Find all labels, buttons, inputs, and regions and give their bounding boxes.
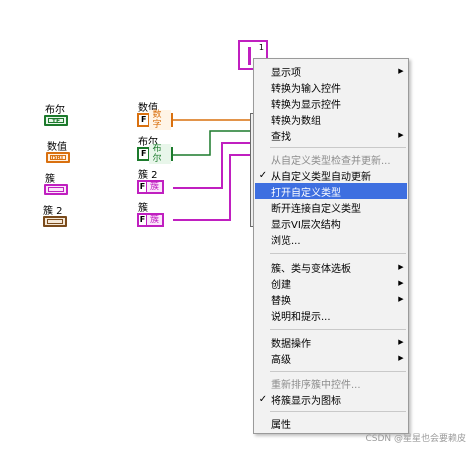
submenu-arrow-icon: ▶ <box>398 295 404 303</box>
menu-item-label: 显示VI层次结构 <box>271 219 341 231</box>
menu-item-show-vi-hierarchy[interactable]: 显示VI层次结构 <box>255 215 407 231</box>
submenu-arrow-icon: ▶ <box>398 279 404 287</box>
boolean-wire <box>173 130 250 156</box>
menu-item-label: 转换为显示控件 <box>271 99 341 111</box>
typedef-icon: F <box>139 115 150 125</box>
cluster-constant-text: 簇 <box>146 215 162 225</box>
menu-item-browse[interactable]: 浏览... <box>255 231 407 247</box>
menu-item-label: 数据操作 <box>271 338 311 350</box>
boolean-terminal-glyph: TF <box>48 118 64 125</box>
const-label-cluster2: 簇 2 <box>138 170 158 181</box>
typedef-icon: F <box>139 149 150 159</box>
cluster-indicator-count: 1 <box>258 43 264 52</box>
submenu-arrow-icon: ▶ <box>398 263 404 271</box>
submenu-arrow-icon: ▶ <box>398 354 404 362</box>
cluster2-terminal[interactable] <box>43 216 67 227</box>
context-menu: 显示项 ▶ 转换为输入控件 转换为显示控件 转换为数组 查找 ▶ 从自定义类型检… <box>253 58 409 434</box>
watermark: CSDN @星星也会要赖皮 <box>365 434 466 444</box>
menu-item-label: 簇、类与变体选板 <box>271 263 351 275</box>
menu-item-replace[interactable]: 替换 ▶ <box>255 291 407 307</box>
cluster2-terminal-glyph <box>47 219 63 224</box>
menu-check-icon: ✓ <box>258 393 268 405</box>
menu-item-change-to-array[interactable]: 转换为数组 <box>255 111 407 127</box>
boolean-typedef-constant[interactable]: F 布尔 <box>137 144 173 164</box>
menu-item-label: 将簇显示为图标 <box>271 395 341 407</box>
cluster-terminal[interactable] <box>44 184 68 195</box>
numeric-constant-text: 数字 <box>149 110 171 130</box>
terminal-label-numeric: 数值 <box>47 142 67 153</box>
menu-item-label: 转换为数组 <box>271 115 321 127</box>
menu-item-auto-update-typedef[interactable]: ✓ 从自定义类型自动更新 <box>255 167 407 183</box>
menu-item-check-update-typedef[interactable]: 从自定义类型检查并更新... <box>255 151 407 167</box>
cluster-terminal-glyph <box>48 187 64 192</box>
typedef-icon: F <box>139 182 147 192</box>
cluster2-wire <box>173 142 250 189</box>
menu-item-label: 从自定义类型自动更新 <box>271 171 371 183</box>
terminal-label-boolean: 布尔 <box>45 105 65 116</box>
menu-separator <box>270 147 406 148</box>
menu-item-properties[interactable]: 属性 <box>255 415 407 431</box>
terminal-label-cluster2: 簇 2 <box>43 206 63 217</box>
menu-item-label: 重新排序簇中控件... <box>271 379 361 391</box>
menu-item-change-to-indicator[interactable]: 转换为显示控件 <box>255 95 407 111</box>
menu-separator <box>270 371 406 372</box>
menu-item-label: 浏览... <box>271 235 301 247</box>
cluster-typedef-constant[interactable]: F 簇 <box>137 213 164 227</box>
numeric-terminal[interactable]: DBL <box>46 152 70 163</box>
menu-item-label: 显示项 <box>271 67 301 79</box>
submenu-arrow-icon: ▶ <box>398 338 404 346</box>
submenu-arrow-icon: ▶ <box>398 131 404 139</box>
menu-item-view-cluster-as-icon[interactable]: ✓ 将簇显示为图标 <box>255 391 407 407</box>
menu-item-open-typedef[interactable]: 打开自定义类型 <box>255 183 407 199</box>
typedef-icon: F <box>139 215 147 225</box>
menu-item-visible-items[interactable]: 显示项 ▶ <box>255 63 407 79</box>
numeric-terminal-glyph: DBL <box>50 155 66 162</box>
menu-item-disconnect-typedef[interactable]: 断开连接自定义类型 <box>255 199 407 215</box>
menu-item-find[interactable]: 查找 ▶ <box>255 127 407 143</box>
menu-separator <box>270 329 406 330</box>
submenu-arrow-icon: ▶ <box>398 67 404 75</box>
const-label-cluster: 簇 <box>138 203 148 214</box>
menu-item-label: 查找 <box>271 131 291 143</box>
menu-item-data-operations[interactable]: 数据操作 ▶ <box>255 334 407 350</box>
menu-separator <box>270 253 406 254</box>
menu-item-label: 替换 <box>271 295 291 307</box>
boolean-terminal[interactable]: TF <box>44 115 68 126</box>
menu-item-description-tip[interactable]: 说明和提示... <box>255 307 407 323</box>
cluster2-typedef-constant[interactable]: F 簇 <box>137 180 164 194</box>
menu-item-label: 高级 <box>271 354 291 366</box>
cluster-indicator-bar <box>248 47 251 65</box>
menu-item-cluster-palette[interactable]: 簇、类与变体选板 ▶ <box>255 259 407 275</box>
menu-item-label: 转换为输入控件 <box>271 83 341 95</box>
menu-item-label: 说明和提示... <box>271 311 331 323</box>
menu-check-icon: ✓ <box>258 169 268 181</box>
cluster2-constant-text: 簇 <box>146 182 162 192</box>
numeric-typedef-constant[interactable]: F 数字 <box>137 110 173 130</box>
menu-item-reorder-controls[interactable]: 重新排序簇中控件... <box>255 375 407 391</box>
terminal-label-cluster: 簇 <box>45 174 55 185</box>
menu-item-label: 属性 <box>271 419 291 431</box>
menu-item-label: 断开连接自定义类型 <box>271 203 361 215</box>
menu-item-advanced[interactable]: 高级 ▶ <box>255 350 407 366</box>
menu-item-label: 打开自定义类型 <box>271 187 341 199</box>
menu-separator <box>270 411 406 412</box>
menu-item-label: 从自定义类型检查并更新... <box>271 155 391 167</box>
menu-item-change-to-control[interactable]: 转换为输入控件 <box>255 79 407 95</box>
menu-item-label: 创建 <box>271 279 291 291</box>
cluster-wire <box>173 154 250 221</box>
boolean-constant-text: 布尔 <box>149 144 171 164</box>
menu-item-create[interactable]: 创建 ▶ <box>255 275 407 291</box>
